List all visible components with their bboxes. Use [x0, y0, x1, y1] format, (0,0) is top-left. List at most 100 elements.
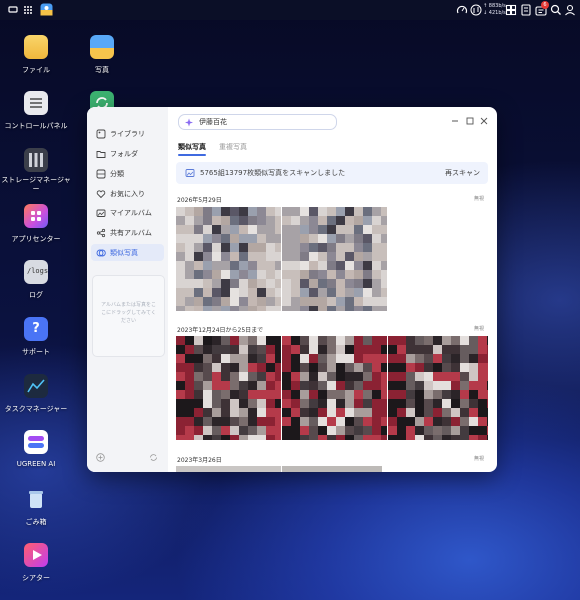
- photo-thumbnail[interactable]: [176, 466, 281, 472]
- desktop-icon-photos[interactable]: 写真: [66, 35, 138, 75]
- mosaic-cell: [318, 306, 327, 311]
- add-circle-icon[interactable]: [96, 453, 105, 462]
- mosaic-cell: [372, 354, 381, 363]
- mosaic-cell: [327, 288, 336, 297]
- mosaic-cell: [230, 426, 239, 435]
- photo-thumbnail[interactable]: [176, 207, 281, 311]
- folder-icon: [96, 150, 106, 158]
- mosaic-cell: [291, 399, 300, 408]
- trash-icon: [24, 487, 48, 511]
- mosaic-cell: [363, 216, 372, 225]
- photo-thumbnail[interactable]: [282, 336, 387, 440]
- album-drop-zone[interactable]: アルバムまたは写真をここにドラッグしてみてください: [92, 275, 165, 357]
- mosaic-cell: [176, 243, 185, 252]
- photo-thumbnail[interactable]: [282, 466, 382, 472]
- mosaic-cell: [424, 363, 433, 372]
- mosaic-cell: [318, 399, 327, 408]
- mosaic-cell: [318, 408, 327, 417]
- mosaic-cell: [345, 243, 354, 252]
- desktop-icon-logs[interactable]: /logs ログ: [0, 260, 72, 300]
- mosaic-cell: [282, 435, 291, 440]
- ignore-button[interactable]: 無視: [474, 455, 484, 462]
- close-icon[interactable]: [480, 117, 488, 125]
- photos-taskbar-icon[interactable]: [40, 3, 53, 16]
- desktop-icon-ugreen-ai[interactable]: UGREEN AI: [0, 430, 72, 468]
- desktop-icon-trash[interactable]: ごみ箱: [0, 487, 72, 527]
- mosaic-cell: [451, 345, 460, 354]
- sidebar-item-category[interactable]: 分類: [91, 165, 164, 182]
- maximize-icon[interactable]: [466, 117, 474, 125]
- speedometer-icon[interactable]: [455, 3, 469, 17]
- desktop-icon-support[interactable]: ? サポート: [0, 317, 72, 357]
- rescan-button[interactable]: 再スキャン: [445, 168, 480, 178]
- mosaic-cell: [469, 363, 478, 372]
- mosaic-cell: [451, 381, 460, 390]
- photo-thumbnail[interactable]: [282, 207, 387, 311]
- mosaic-cell: [257, 225, 266, 234]
- mosaic-cell: [291, 261, 300, 270]
- show-desktop-icon[interactable]: [6, 3, 20, 17]
- desktop-icon-app-center[interactable]: アプリセンター: [0, 204, 72, 244]
- desktop-icon-control-panel[interactable]: コントロールパネル: [0, 91, 72, 131]
- mosaic-cell: [345, 381, 354, 390]
- mosaic-cell: [221, 252, 230, 261]
- mosaic-cell: [230, 399, 239, 408]
- mosaic-cell: [239, 288, 248, 297]
- user-icon[interactable]: [563, 3, 577, 17]
- mosaic-cell: [363, 207, 372, 216]
- mosaic-cell: [363, 261, 372, 270]
- app-grid-icon[interactable]: [21, 3, 35, 17]
- sidebar-item-folder[interactable]: フォルダ: [91, 145, 164, 162]
- photo-thumbnail[interactable]: [176, 336, 281, 440]
- desktop-icon-files[interactable]: ファイル: [0, 35, 72, 75]
- desktop-icon-task-manager[interactable]: タスクマネージャー: [0, 374, 72, 414]
- mosaic-cell: [336, 408, 345, 417]
- mosaic-cell: [230, 288, 239, 297]
- net-up-speed: ↑ 883b/s: [483, 3, 506, 9]
- category-icon: [96, 169, 106, 178]
- ignore-button[interactable]: 無視: [474, 195, 484, 202]
- sidebar-item-library[interactable]: ライブラリ: [91, 125, 164, 142]
- minimize-icon[interactable]: [451, 117, 459, 125]
- mosaic-cell: [469, 435, 478, 440]
- mosaic-cell: [266, 408, 275, 417]
- mosaic-cell: [266, 354, 275, 363]
- sidebar-item-similar-photos[interactable]: 類似写真: [91, 244, 164, 261]
- search-icon[interactable]: [549, 3, 563, 17]
- refresh-icon[interactable]: [149, 453, 158, 462]
- ignore-button[interactable]: 無視: [474, 325, 484, 332]
- mosaic-cell: [257, 261, 266, 270]
- mosaic-cell: [203, 399, 212, 408]
- desktop-icon-theater[interactable]: シアター: [0, 543, 72, 583]
- mosaic-cell: [266, 225, 275, 234]
- tab-similar-photos[interactable]: 類似写真: [178, 142, 206, 152]
- mosaic-cell: [239, 417, 248, 426]
- widgets-icon[interactable]: [504, 3, 518, 17]
- photo-thumbnail[interactable]: [388, 336, 488, 440]
- mosaic-cell: [372, 381, 381, 390]
- mosaic-cell: [230, 261, 239, 270]
- mosaic-cell: [275, 363, 281, 372]
- mosaic-cell: [388, 354, 397, 363]
- messages-button[interactable]: 6: [534, 1, 549, 17]
- mosaic-cell: [433, 390, 442, 399]
- mosaic-cell: [266, 252, 275, 261]
- mosaic-cell: [282, 354, 291, 363]
- mosaic-cell: [478, 426, 487, 435]
- desktop-icon-storage-manager[interactable]: ストレージマネージャー: [0, 148, 72, 194]
- sidebar-item-favorites[interactable]: お気に入り: [91, 185, 164, 202]
- mosaic-cell: [257, 426, 266, 435]
- mosaic-cell: [460, 354, 469, 363]
- task-list-icon[interactable]: [519, 3, 533, 17]
- mosaic-cell: [354, 345, 363, 354]
- sidebar-item-shared-album[interactable]: 共有アルバム: [91, 224, 164, 241]
- mosaic-cell: [442, 354, 451, 363]
- mosaic-cell: [460, 408, 469, 417]
- mosaic-cell: [469, 354, 478, 363]
- mosaic-cell: [433, 363, 442, 372]
- sidebar-item-my-album[interactable]: マイアルバム: [91, 204, 164, 221]
- tab-duplicate-photos[interactable]: 重複写真: [219, 142, 247, 152]
- desktop-icon-label: アプリセンター: [11, 235, 61, 243]
- mosaic-cell: [363, 225, 372, 234]
- search-input[interactable]: 伊藤百花: [178, 114, 337, 130]
